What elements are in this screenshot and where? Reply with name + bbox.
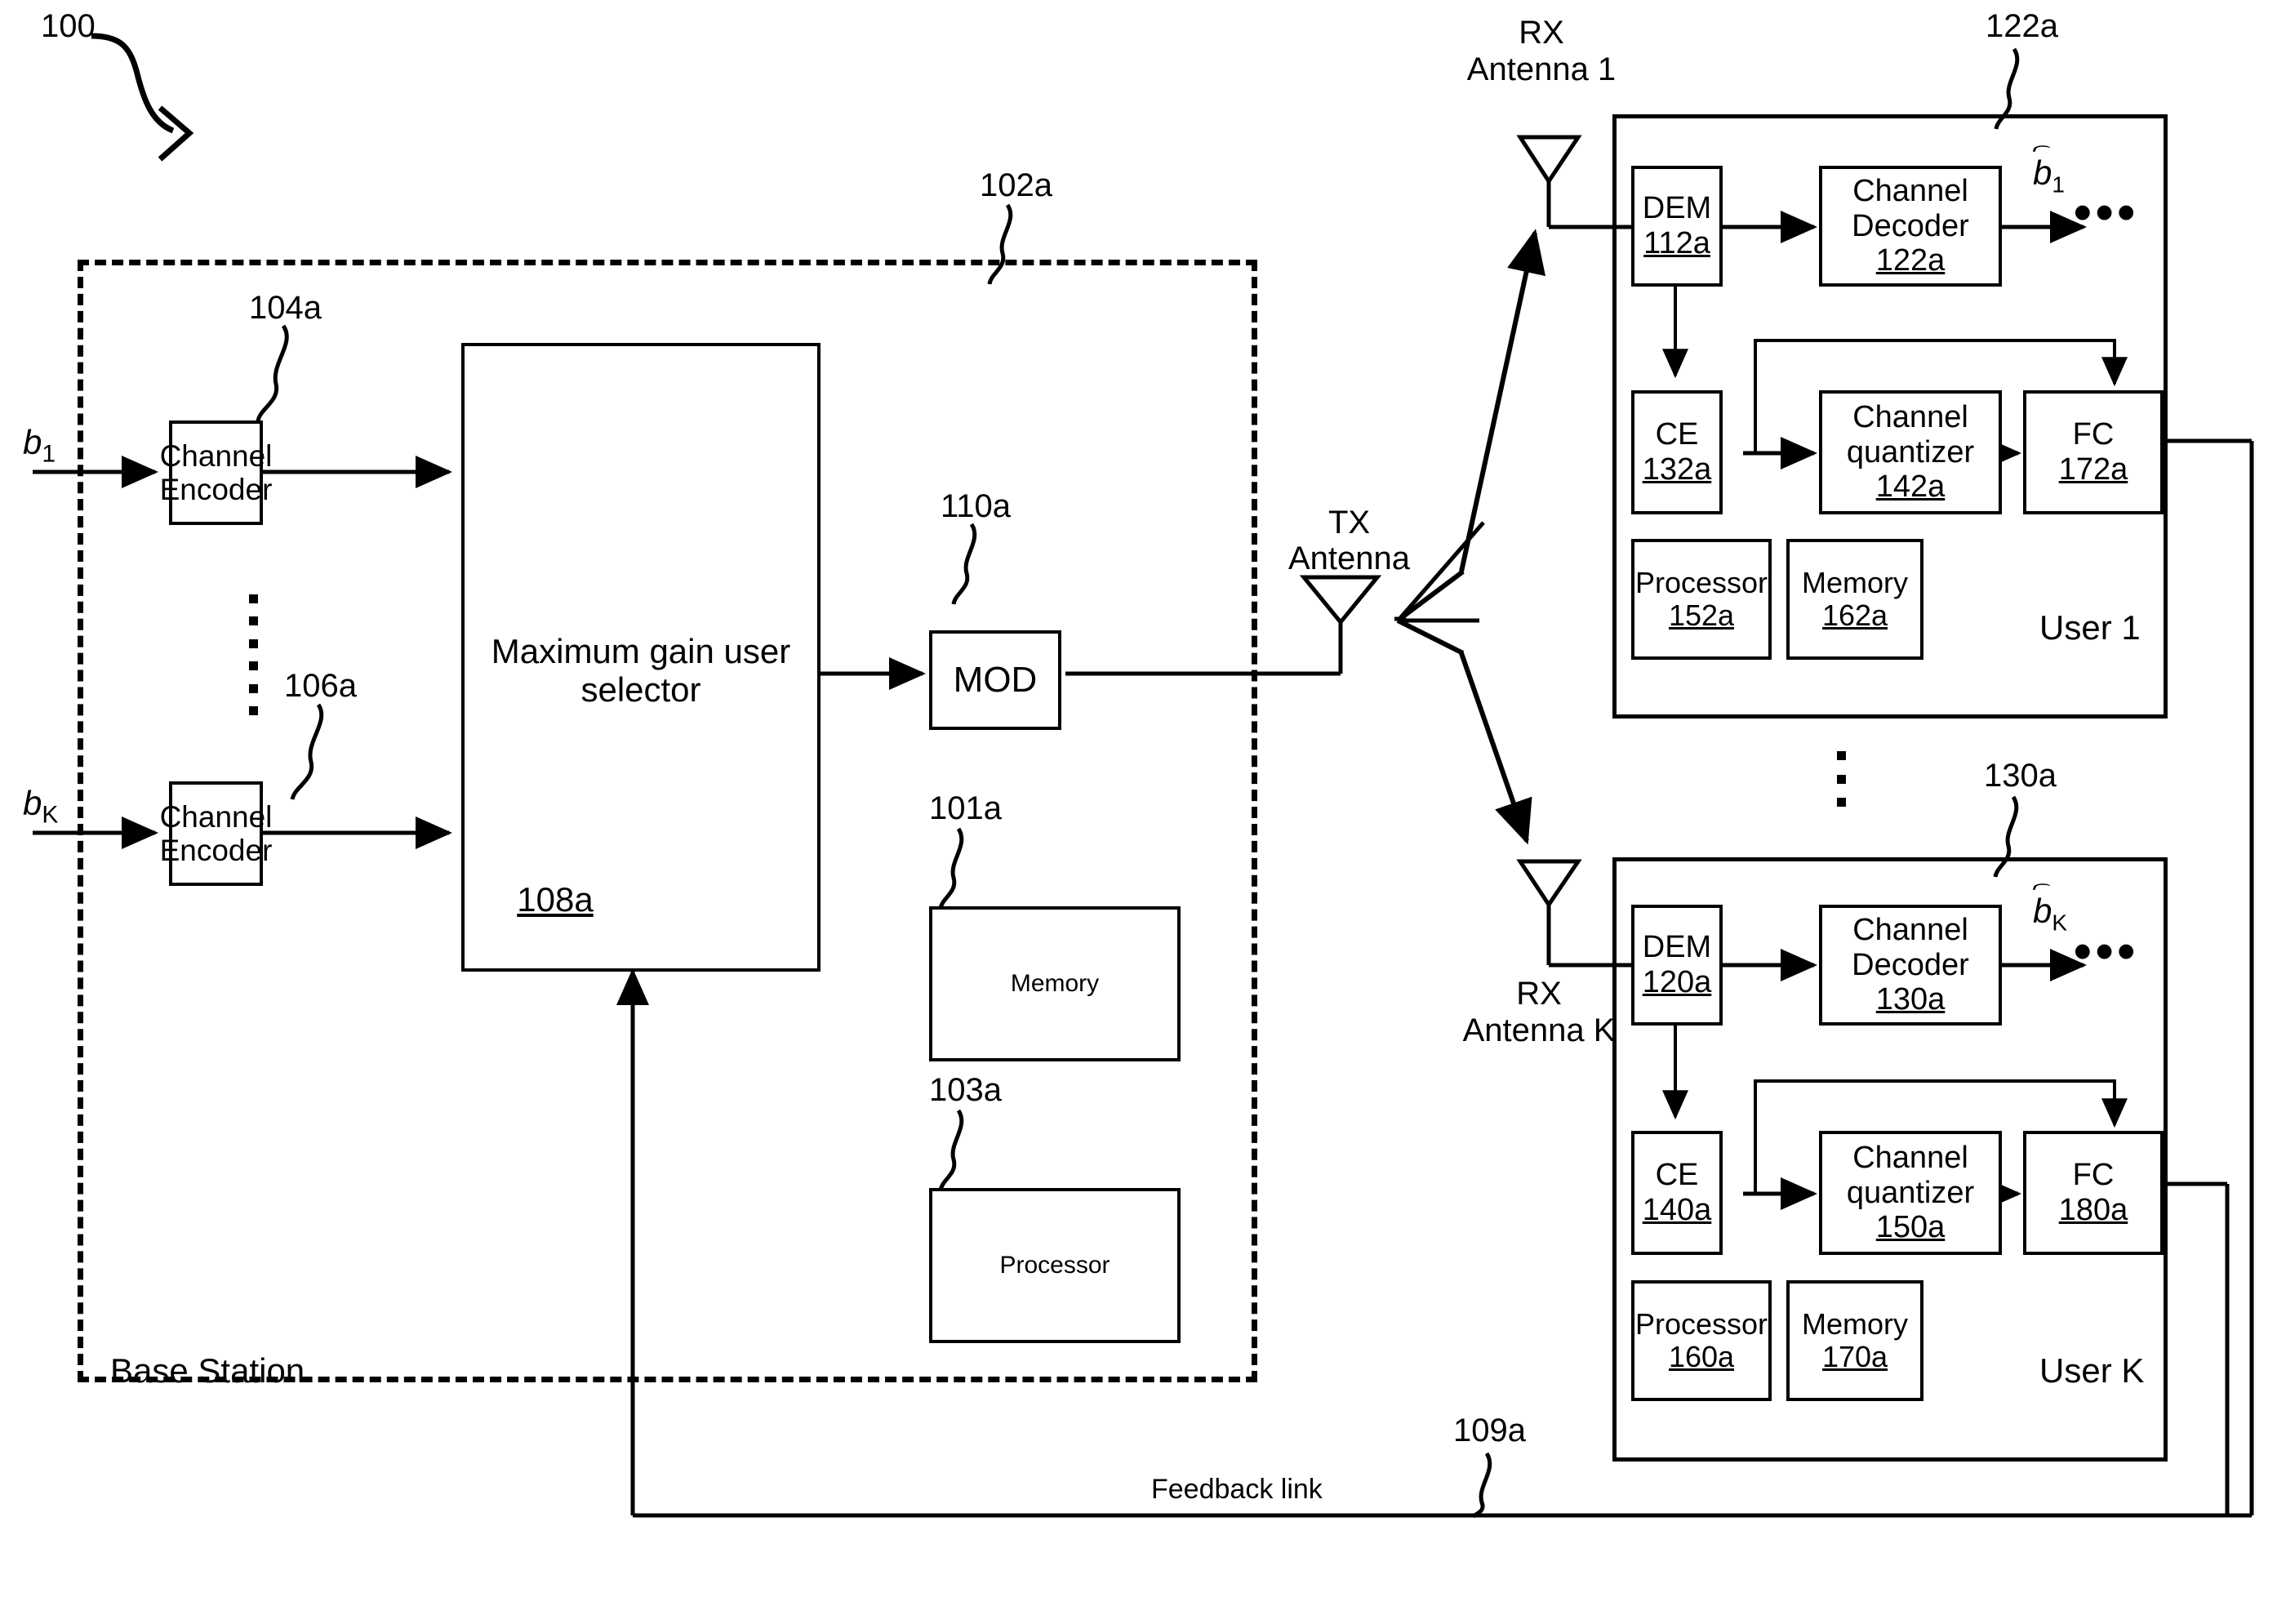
selector-ref-108a: 108a — [517, 880, 594, 919]
bs-memory-block[interactable]: Memory — [929, 906, 1181, 1061]
ref-122a-enclosure: 122a — [1986, 8, 2058, 44]
rx-antenna-1-label: RX Antenna 1 — [1427, 15, 1656, 88]
tx-antenna-label: TX Antenna — [1288, 505, 1410, 576]
channel-encoder-top-title-1: Channel — [159, 438, 273, 473]
u1-dec-ref: 122a — [1875, 243, 1946, 278]
uk-mem-title: Memory — [1801, 1306, 1908, 1341]
u1-mem-title: Memory — [1801, 565, 1908, 599]
user-k-memory-block[interactable]: Memory 170a — [1786, 1280, 1923, 1401]
user-k-channel-estimator-block[interactable]: CE 140a — [1631, 1131, 1723, 1255]
encoder-series-dots — [248, 594, 258, 715]
rx-antenna-k-label-line2: Antenna K — [1462, 1012, 1616, 1048]
uk-ce-ref: 140a — [1642, 1193, 1712, 1227]
user-1-memory-block[interactable]: Memory 162a — [1786, 539, 1923, 660]
rx-antenna-k-label-line1: RX — [1516, 976, 1562, 1012]
user-k-channel-decoder-block[interactable]: Channel Decoder 130a — [1819, 905, 2002, 1026]
channel-encoder-bottom-block[interactable]: Channel Encoder — [160, 781, 272, 886]
uk-dec-title-1: Channel — [1852, 913, 1968, 948]
uk-dec-title-2: Decoder — [1852, 947, 1969, 982]
rx-antenna-k-label: RX Antenna K — [1425, 976, 1653, 1049]
user-k-channel-quantizer-block[interactable]: Channel quantizer 150a — [1819, 1131, 2002, 1255]
channel-encoder-top-title-2: Encoder — [159, 473, 273, 506]
ref-101a: 101a — [929, 790, 1002, 826]
uk-proc-title: Processor — [1634, 1306, 1768, 1341]
ref-106a: 106a — [284, 668, 357, 704]
channel-encoder-bottom-title-2: Encoder — [159, 834, 273, 867]
user-1-demodulator-block[interactable]: DEM 112a — [1631, 166, 1723, 287]
user-1-processor-block[interactable]: Processor 152a — [1631, 539, 1772, 660]
user-1-channel-decoder-block[interactable]: Channel Decoder 122a — [1819, 166, 2002, 287]
uk-dem-title: DEM — [1642, 930, 1712, 965]
rx-antenna-1-label-line1: RX — [1519, 15, 1564, 51]
tx-antenna-label-line2: Antenna — [1288, 541, 1411, 576]
input-b1-label: b1 — [23, 423, 56, 468]
uk-cq-title-1: Channel — [1852, 1141, 1968, 1176]
user-1-output-symbol: b1 — [2033, 154, 2065, 198]
u1-fc-ref: 172a — [2058, 452, 2128, 487]
u1-dec-title-1: Channel — [1852, 174, 1968, 209]
u1-dem-title: DEM — [1642, 191, 1712, 226]
channel-encoder-top-block[interactable]: Channel Encoder — [160, 420, 272, 525]
uk-dec-ref: 130a — [1875, 982, 1946, 1017]
uk-cq-ref: 150a — [1875, 1210, 1946, 1245]
uk-ce-title: CE — [1655, 1158, 1699, 1193]
user-1-channel-quantizer-block[interactable]: Channel quantizer 142a — [1819, 390, 2002, 514]
u1-proc-ref: 152a — [1668, 598, 1735, 632]
ref-102a: 102a — [980, 167, 1052, 203]
uk-proc-ref: 160a — [1668, 1340, 1735, 1373]
uk-fc-title: FC — [2072, 1158, 2115, 1193]
u1-proc-title: Processor — [1634, 565, 1768, 599]
u1-cq-title-1: Channel — [1852, 400, 1968, 435]
ref-103a: 103a — [929, 1072, 1002, 1108]
ref-109a: 109a — [1453, 1413, 1526, 1448]
u1-fc-title: FC — [2072, 417, 2115, 452]
selector-title-2: selector — [580, 670, 701, 710]
user-k-feedback-controller-block[interactable]: FC 180a — [2023, 1131, 2164, 1255]
user-k-demodulator-block[interactable]: DEM 120a — [1631, 905, 1723, 1026]
u1-ce-title: CE — [1655, 417, 1699, 452]
u1-cq-title-2: quantizer — [1846, 434, 1975, 469]
base-station-label: Base Station — [110, 1351, 305, 1390]
rx-antenna-1-label-line2: Antenna 1 — [1466, 51, 1617, 87]
max-gain-user-selector-block[interactable]: Maximum gain user selector 108a — [461, 343, 821, 972]
ref-130a-enclosure: 130a — [1984, 758, 2057, 794]
patent-figure-sheet: 100 102a Base Station b1 bK Channel Enco… — [0, 0, 2277, 1624]
user-1-label: User 1 — [2039, 608, 2141, 647]
user-1-feedback-controller-block[interactable]: FC 172a — [2023, 390, 2164, 514]
ref-104a: 104a — [249, 290, 322, 326]
bs-processor-block[interactable]: Processor — [929, 1188, 1181, 1343]
user-series-dots — [1836, 751, 1846, 807]
user-k-output-ellipsis: ••• — [2074, 923, 2140, 980]
tx-antenna-label-line1: TX — [1328, 505, 1371, 541]
user-k-output-symbol: bK — [2033, 892, 2068, 936]
modulator-title: MOD — [953, 660, 1038, 701]
ref-110a: 110a — [941, 488, 1012, 524]
input-bk-label: bK — [23, 784, 59, 829]
channel-encoder-bottom-title-1: Channel — [159, 799, 273, 834]
user-k-label: User K — [2039, 1351, 2145, 1390]
modulator-block[interactable]: MOD — [929, 630, 1061, 730]
u1-dec-title-2: Decoder — [1852, 208, 1969, 243]
user-k-processor-block[interactable]: Processor 160a — [1631, 1280, 1772, 1401]
uk-mem-ref: 170a — [1821, 1340, 1888, 1373]
figure-reference-100: 100 — [41, 8, 96, 44]
selector-title-1: Maximum gain user — [491, 632, 791, 670]
feedback-link-label: Feedback link — [1151, 1474, 1323, 1505]
u1-cq-ref: 142a — [1875, 469, 1946, 505]
bs-memory-title: Memory — [1010, 970, 1100, 998]
uk-cq-title-2: quantizer — [1846, 1175, 1975, 1210]
uk-dem-ref: 120a — [1642, 965, 1712, 999]
user-1-channel-estimator-block[interactable]: CE 132a — [1631, 390, 1723, 514]
u1-dem-ref: 112a — [1643, 226, 1710, 260]
u1-ce-ref: 132a — [1642, 452, 1712, 487]
bs-processor-title: Processor — [999, 1252, 1110, 1279]
uk-fc-ref: 180a — [2058, 1193, 2128, 1227]
user-1-output-ellipsis: ••• — [2074, 185, 2140, 241]
u1-mem-ref: 162a — [1821, 598, 1888, 632]
